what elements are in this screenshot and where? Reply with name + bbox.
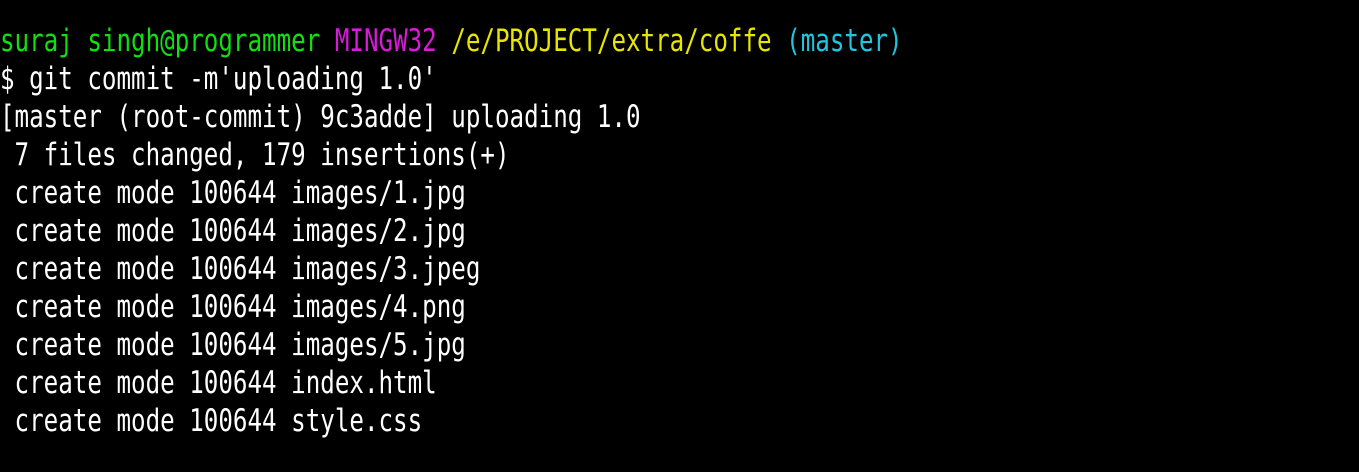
prompt-system: MINGW32 [334,23,437,59]
output-line-commit: [master (root-commit) 9c3adde] uploading… [0,99,641,135]
output-line-create: create mode 100644 images/4.png [0,289,466,325]
output-line-create: create mode 100644 index.html [0,365,437,401]
prompt-line: suraj singh@programmer MINGW32 /e/PROJEC… [0,22,903,60]
prompt-user-host: suraj singh@programmer [0,23,321,59]
output-line-create: create mode 100644 images/3.jpeg [0,251,481,287]
prompt-path: /e/PROJECT/extra/coffe [451,23,772,59]
command-line: $ git commit -m'uploading 1.0' [0,61,437,97]
terminal-output: suraj singh@programmer MINGW32 /e/PROJEC… [0,22,1157,440]
output-line-summary: 7 files changed, 179 insertions(+) [0,137,510,173]
output-line-create: create mode 100644 images/1.jpg [0,175,466,211]
prompt-branch: (master) [786,23,903,59]
output-line-create: create mode 100644 images/5.jpg [0,327,466,363]
output-line-create: create mode 100644 images/2.jpg [0,213,466,249]
terminal-window[interactable]: suraj singh@programmer MINGW32 /e/PROJEC… [0,0,1359,472]
output-line-create: create mode 100644 style.css [0,403,423,439]
